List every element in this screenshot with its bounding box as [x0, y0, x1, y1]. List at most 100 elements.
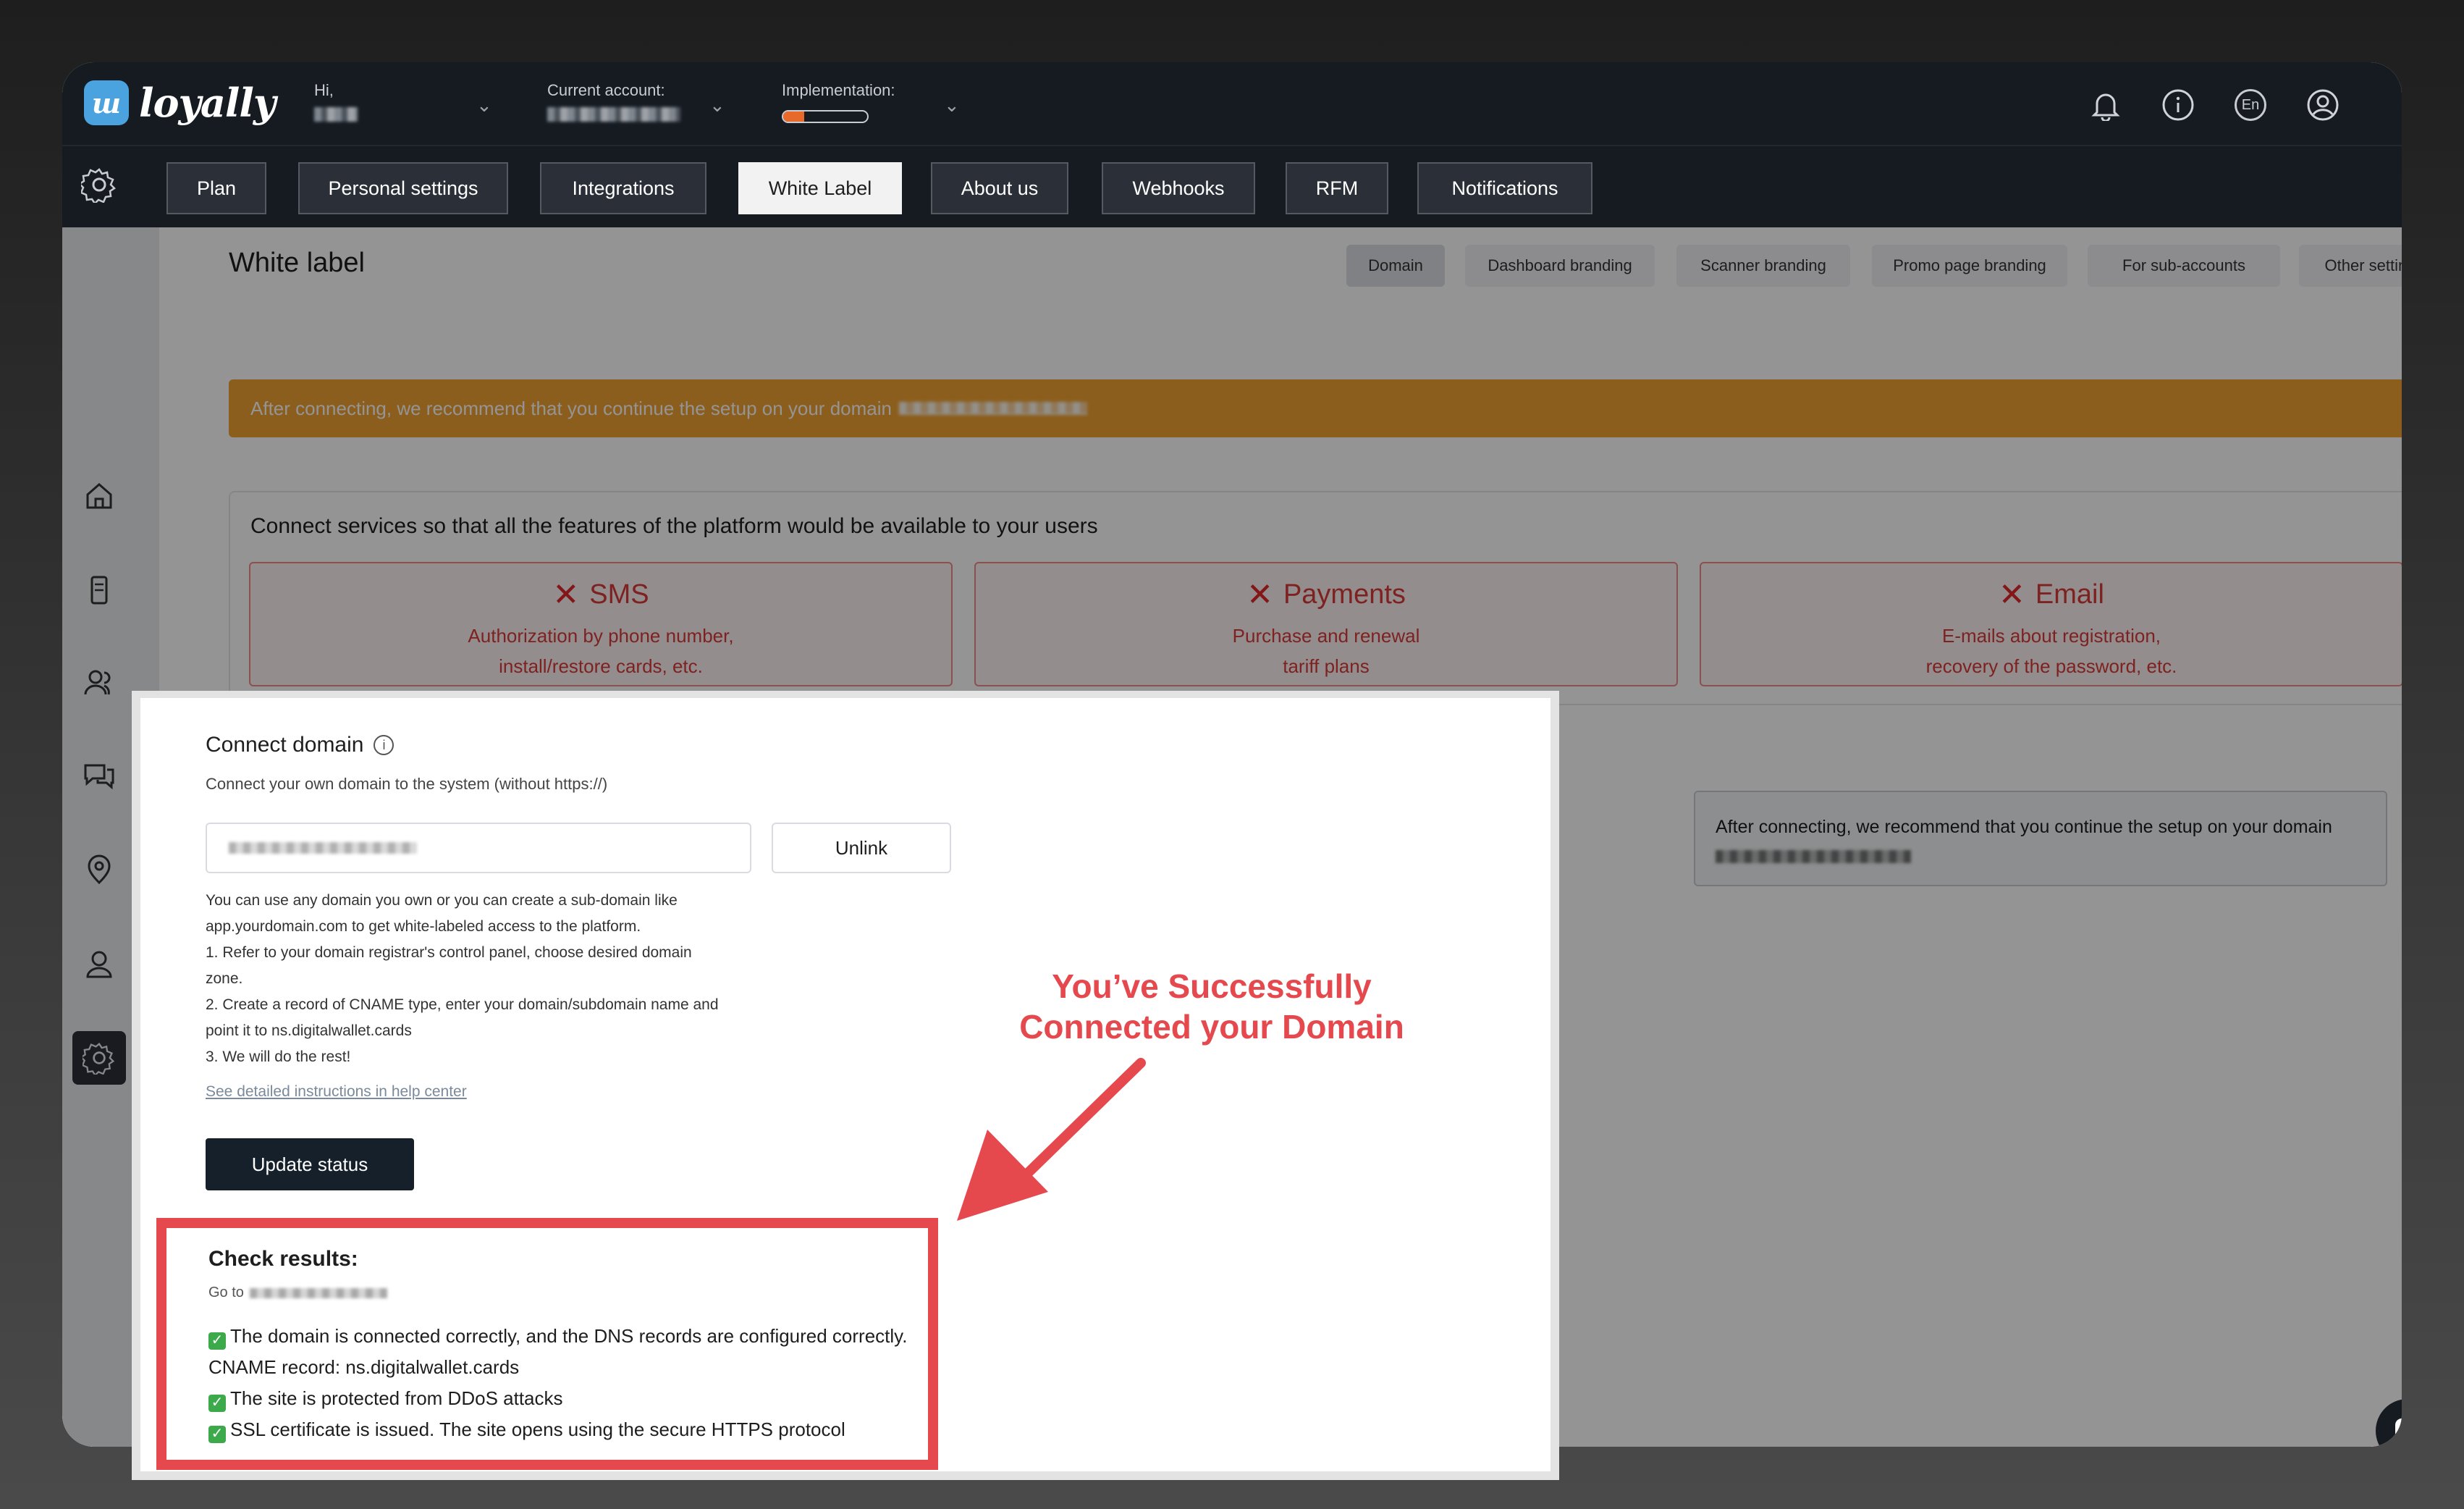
- domain-info-redacted: [1716, 850, 1911, 864]
- service-desc-line2: tariff plans: [1283, 655, 1370, 677]
- subtab-other-settings[interactable]: Other settings: [2299, 245, 2402, 287]
- customers-icon[interactable]: [72, 656, 126, 710]
- service-name: SMS: [589, 579, 649, 610]
- service-name: Email: [2035, 579, 2104, 610]
- user-icon[interactable]: [72, 937, 126, 991]
- result-text: CNAME record: ns.digitalwallet.cards: [208, 1356, 520, 1378]
- language-label: En: [2235, 89, 2266, 121]
- result-text: SSL certificate is issued. The site open…: [230, 1418, 845, 1440]
- chevron-down-icon[interactable]: ⌄: [476, 94, 492, 117]
- check-results-title: Check results:: [208, 1247, 358, 1271]
- bell-icon[interactable]: [2088, 87, 2124, 123]
- service-card-email[interactable]: ✕ Email E-mails about registration, recove…: [1700, 562, 2402, 686]
- subtab-for-sub-accounts[interactable]: For sub-accounts: [2088, 245, 2280, 287]
- result-item: ✓ The domain is connected correctly, and …: [208, 1321, 907, 1352]
- banner-domain-redacted[interactable]: [898, 402, 1087, 415]
- home-icon[interactable]: [72, 469, 126, 523]
- instruction-line: point it to ns.digitalwallet.cards: [206, 1022, 412, 1039]
- info-icon[interactable]: [2160, 87, 2196, 123]
- connect-domain-heading: Connect domain i: [206, 733, 395, 757]
- service-card-sms[interactable]: ✕ SMS Authorization by phone number, insta…: [249, 562, 953, 686]
- profile-icon[interactable]: [2305, 87, 2341, 123]
- check-results-box: Check results: Go to ✓ The domain is conn…: [156, 1218, 938, 1470]
- service-desc-line2: recovery of the password, etc.: [1925, 655, 2177, 677]
- domain-info-text: After connecting, we recommend that you …: [1716, 817, 2332, 837]
- error-x-icon: ✕: [1999, 577, 2025, 613]
- implementation-block[interactable]: Implementation:: [782, 81, 895, 123]
- page-title: White label: [229, 248, 365, 278]
- implementation-progress-fill: [783, 112, 804, 122]
- domain-input[interactable]: [206, 823, 751, 873]
- implementation-progress: [782, 110, 869, 123]
- result-item: CNAME record: ns.digitalwallet.cards: [208, 1352, 907, 1383]
- chat-icon[interactable]: [72, 749, 126, 802]
- subtab-promo-page-branding[interactable]: Promo page branding: [1872, 245, 2067, 287]
- error-x-icon: ✕: [1246, 577, 1273, 613]
- chat-bubble-icon: [2395, 1418, 2402, 1440]
- service-desc-line1: E-mails about registration,: [1941, 625, 2161, 647]
- go-to-domain-redacted[interactable]: [249, 1287, 387, 1298]
- service-name: Payments: [1283, 579, 1406, 610]
- subtab-dashboard-branding[interactable]: Dashboard branding: [1465, 245, 1655, 287]
- instruction-line: zone.: [206, 970, 243, 987]
- go-to-domain[interactable]: Go to: [208, 1285, 387, 1301]
- greeting-block[interactable]: Hi,: [314, 81, 358, 122]
- tab-plan[interactable]: Plan: [166, 162, 266, 214]
- greeting-label: Hi,: [314, 81, 334, 99]
- tab-integrations[interactable]: Integrations: [540, 162, 706, 214]
- account-name-redacted: [547, 107, 680, 122]
- check-icon: ✓: [208, 1332, 226, 1350]
- check-icon: ✓: [208, 1425, 226, 1443]
- info-icon[interactable]: i: [374, 735, 395, 755]
- instruction-line: app.yourdomain.com to get white-labeled …: [206, 918, 641, 935]
- services-title: Connect services so that all the feature…: [250, 514, 1098, 538]
- instruction-line: You can use any domain you own or you ca…: [206, 892, 678, 909]
- domain-instructions: You can use any domain you own or you ca…: [206, 888, 756, 1070]
- instruction-line: 1. Refer to your domain registrar's cont…: [206, 944, 692, 961]
- current-account-block[interactable]: Current account:: [547, 81, 680, 122]
- services-section: Connect services so that all the feature…: [229, 491, 2402, 705]
- user-name-redacted: [314, 107, 358, 122]
- subtab-domain[interactable]: Domain: [1346, 245, 1445, 287]
- unlink-button[interactable]: Unlink: [772, 823, 951, 873]
- tab-personal-settings[interactable]: Personal settings: [298, 162, 508, 214]
- result-item: ✓ The site is protected from DDoS attacks: [208, 1383, 907, 1414]
- result-item: ✓ SSL certificate is issued. The site ope…: [208, 1414, 907, 1445]
- service-card-payments[interactable]: ✕ Payments Purchase and renewal tariff pla…: [974, 562, 1678, 686]
- check-results-list: ✓ The domain is connected correctly, and …: [208, 1321, 907, 1445]
- subtab-scanner-branding[interactable]: Scanner branding: [1676, 245, 1850, 287]
- settings-gear-icon[interactable]: [72, 1031, 126, 1085]
- tab-webhooks[interactable]: Webhooks: [1102, 162, 1255, 214]
- service-desc-line1: Authorization by phone number,: [468, 625, 734, 647]
- mobile-card-icon[interactable]: [72, 563, 126, 617]
- current-account-label: Current account:: [547, 81, 665, 99]
- language-icon[interactable]: En: [2232, 87, 2269, 123]
- instruction-line: 2. Create a record of CNAME type, enter …: [206, 996, 719, 1013]
- check-icon: ✓: [208, 1394, 226, 1412]
- domain-banner: After connecting, we recommend that you …: [229, 379, 2402, 437]
- chevron-down-icon[interactable]: ⌄: [944, 94, 960, 117]
- logo-badge-icon: ш: [84, 80, 129, 125]
- callout-line2: Connected your Domain: [1013, 1008, 1410, 1046]
- tab-white-label[interactable]: White Label: [738, 162, 902, 214]
- settings-tabs-bar: Plan Personal settings Integrations Whit…: [62, 145, 2402, 227]
- chevron-down-icon[interactable]: ⌄: [709, 94, 725, 117]
- connect-domain-subtitle: Connect your own domain to the system (w…: [206, 775, 608, 793]
- update-status-button[interactable]: Update status: [206, 1138, 414, 1190]
- go-to-label: Go to: [208, 1285, 244, 1300]
- result-text: The domain is connected correctly, and t…: [230, 1325, 908, 1347]
- tab-rfm[interactable]: RFM: [1286, 162, 1388, 214]
- help-center-link[interactable]: See detailed instructions in help center: [206, 1083, 467, 1101]
- banner-text: After connecting, we recommend that you …: [250, 397, 892, 419]
- tab-about-us[interactable]: About us: [931, 162, 1068, 214]
- tab-notifications[interactable]: Notifications: [1417, 162, 1592, 214]
- connect-domain-title: Connect domain: [206, 733, 364, 757]
- logo[interactable]: ш loyally: [84, 80, 276, 126]
- location-pin-icon[interactable]: [72, 843, 126, 896]
- domain-info-box: After connecting, we recommend that you …: [1694, 791, 2387, 886]
- service-desc-line2: install/restore cards, etc.: [499, 655, 703, 677]
- callout-arrow-icon: [957, 1058, 1146, 1221]
- logo-text: loyally: [139, 80, 276, 126]
- instruction-line: 3. We will do the rest!: [206, 1048, 351, 1065]
- domain-value-redacted: [229, 842, 417, 854]
